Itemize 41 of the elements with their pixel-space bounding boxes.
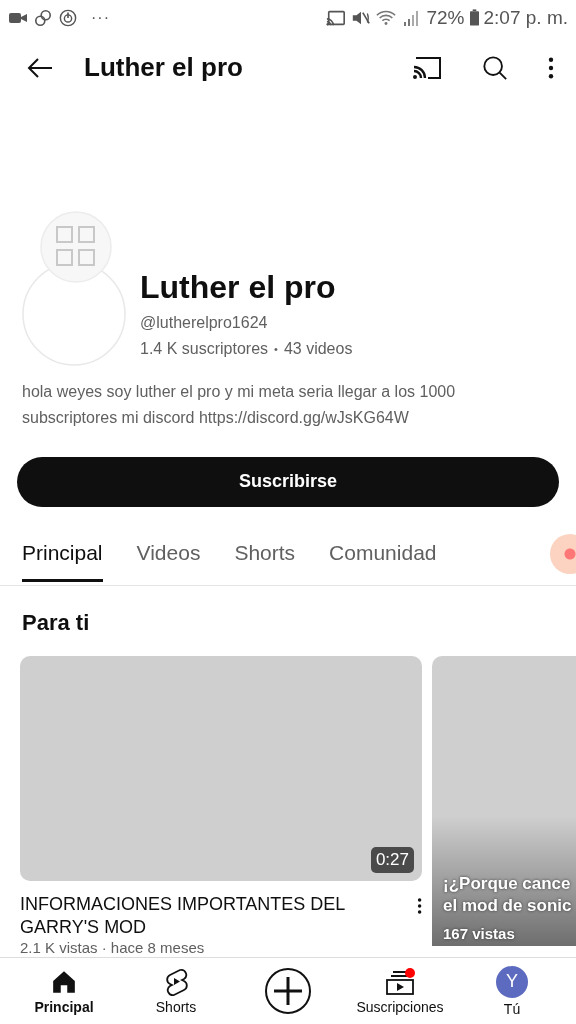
power-ring-icon xyxy=(58,8,78,27)
channel-tab[interactable]: Videos xyxy=(136,527,201,582)
battery-percentage: 72% xyxy=(426,6,465,29)
separator-dot: • xyxy=(274,341,278,357)
shorts-icon[interactable] xyxy=(163,967,189,996)
nav-label[interactable]: Suscripciones xyxy=(356,998,444,1015)
search-icon[interactable] xyxy=(480,54,510,81)
app-bar-title: Luther el pro xyxy=(84,52,244,84)
video-title[interactable]: INFORMACIONES IMPORTANTES DEL GARRY'S MOD xyxy=(20,893,417,940)
section-title: Para ti xyxy=(21,608,91,636)
profile-avatar[interactable]: Y xyxy=(496,965,528,998)
channel-tab[interactable]: Shorts xyxy=(234,527,296,582)
more-options-icon[interactable] xyxy=(416,897,422,916)
channel-handle: @lutherelpro1624 xyxy=(140,312,269,333)
link-icon xyxy=(33,8,53,27)
video-meta: 2.1 K vistas · hace 8 meses xyxy=(20,939,206,958)
subscribe-button[interactable]: Suscribirse xyxy=(17,456,559,507)
short-views: 167 vistas xyxy=(443,924,516,942)
battery-icon xyxy=(469,9,479,27)
channel-description: hola weyes soy luther el pro y mi meta seria llegar a los 1000 subscriptores mi discord https://discord.gg/wJsKG64W xyxy=(21,381,457,428)
video-thumbnail[interactable]: 0:27 xyxy=(20,655,422,882)
short-title: ¡¿Porque cance el mod de sonic xyxy=(443,872,573,917)
short-card[interactable]: ¡¿Porque cance el mod de sonic 167 vistas xyxy=(432,655,576,946)
nav-label[interactable]: Shorts xyxy=(155,998,197,1015)
channel-name: Luther el pro xyxy=(140,267,337,307)
clock-time: 2:07 p. m. xyxy=(483,6,568,29)
wifi-icon xyxy=(376,8,397,27)
channel-tab[interactable]: Comunidad xyxy=(329,527,437,582)
cast-icon[interactable] xyxy=(412,54,442,81)
more-options-icon[interactable] xyxy=(548,56,554,79)
subscriptions-icon[interactable] xyxy=(384,967,416,996)
back-arrow-icon[interactable] xyxy=(26,55,54,80)
create-plus-icon[interactable] xyxy=(264,967,312,1016)
video-count: 43 videos xyxy=(283,338,353,359)
nav-label[interactable]: Tú xyxy=(503,1000,521,1017)
more-notifications: ··· xyxy=(91,8,110,27)
channel-tab[interactable]: Principal xyxy=(22,527,103,582)
cast-icon xyxy=(326,8,347,27)
nav-label[interactable]: Principal xyxy=(34,998,94,1015)
duration-badge: 0:27 xyxy=(370,847,414,874)
subscriber-count: 1.4 K suscriptores xyxy=(140,338,269,359)
